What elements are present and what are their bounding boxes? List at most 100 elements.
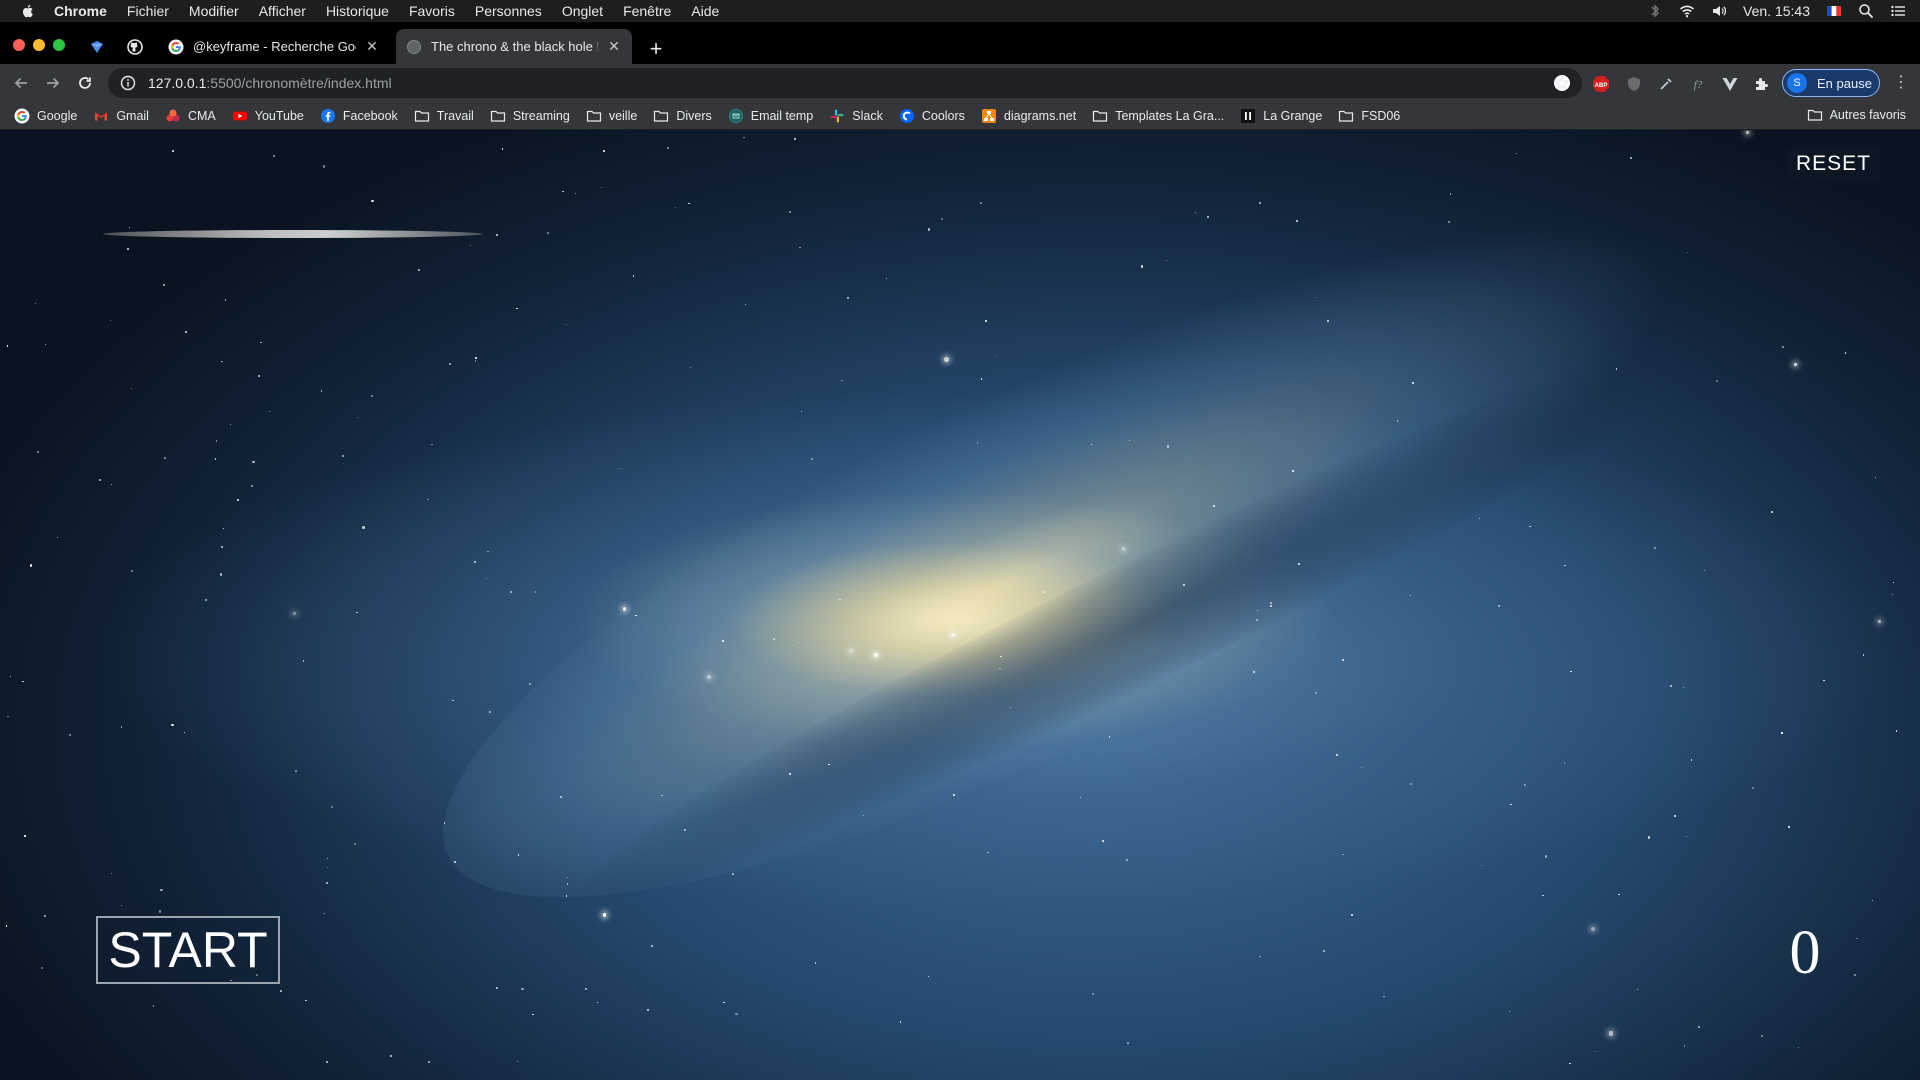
menu-modifier[interactable]: Modifier: [189, 0, 239, 22]
extensions-menu[interactable]: [1753, 75, 1771, 93]
menu-onglet[interactable]: Onglet: [562, 0, 603, 22]
star: [1893, 581, 1895, 583]
star: [1336, 754, 1339, 756]
bookmark-google[interactable]: Google: [14, 108, 77, 124]
star: [794, 137, 796, 140]
star: [356, 611, 358, 614]
start-button[interactable]: START: [96, 916, 280, 984]
star: [34, 302, 36, 304]
menu-app-name[interactable]: Chrome: [54, 0, 107, 22]
star: [1752, 786, 1755, 789]
menu-afficher[interactable]: Afficher: [259, 0, 306, 22]
bookmark-coolors[interactable]: Coolors: [899, 108, 965, 124]
star: [1322, 949, 1326, 952]
bookmark-other-favorites[interactable]: Autres favoris: [1807, 107, 1906, 123]
galaxy-image: [369, 130, 1741, 1018]
adblock-icon: ABP: [1593, 76, 1609, 92]
bookmark-folder-fsd06[interactable]: FSD06: [1338, 108, 1400, 124]
bluetooth-icon[interactable]: [1647, 3, 1663, 19]
star: [1478, 518, 1480, 520]
star: [128, 226, 131, 229]
site-info-icon[interactable]: [120, 75, 136, 91]
bookmark-folder-veille[interactable]: veille: [586, 108, 637, 124]
tab-chrono-black-hole[interactable]: The chrono & the black hole ! ✕: [396, 29, 632, 64]
reset-button[interactable]: RESET: [1787, 148, 1880, 180]
star: [427, 1060, 430, 1063]
menu-favoris[interactable]: Favoris: [409, 0, 455, 22]
menu-fichier[interactable]: Fichier: [127, 0, 169, 22]
coolors-icon: [899, 108, 914, 123]
extension-shield[interactable]: [1625, 75, 1643, 93]
tab-title: The chrono & the black hole !: [431, 39, 598, 54]
reload-button[interactable]: [75, 73, 95, 93]
volume-icon[interactable]: [1711, 3, 1727, 19]
minimize-window-button[interactable]: [33, 39, 45, 51]
star: [57, 537, 59, 539]
star: [29, 564, 33, 567]
star: [496, 987, 498, 989]
fullscreen-window-button[interactable]: [53, 39, 65, 51]
tab-keyframe-search[interactable]: @keyframe - Recherche Googl ✕: [158, 29, 390, 64]
star: [532, 1014, 534, 1016]
star: [596, 1001, 598, 1004]
star: [1079, 797, 1081, 799]
wifi-icon[interactable]: [1679, 3, 1695, 19]
bookmark-youtube[interactable]: YouTube: [232, 108, 304, 124]
bookmark-folder-travail[interactable]: Travail: [414, 108, 474, 124]
star: [474, 357, 477, 360]
spotlight-search-icon[interactable]: [1858, 3, 1874, 19]
bookmark-gmail[interactable]: Gmail: [93, 108, 149, 124]
bookmark-folder-templates[interactable]: Templates La Gra...: [1092, 108, 1224, 124]
bookmark-star-icon[interactable]: [1554, 75, 1570, 91]
macos-menubar: Chrome Fichier Modifier Afficher Histori…: [0, 0, 1920, 22]
star: [1618, 893, 1620, 895]
tab-close-icon[interactable]: ✕: [606, 38, 622, 55]
star: [602, 913, 607, 917]
star: [327, 857, 329, 859]
bookmark-facebook[interactable]: Facebook: [320, 108, 398, 124]
menu-personnes[interactable]: Personnes: [475, 0, 542, 22]
star: [623, 607, 627, 611]
star: [651, 944, 653, 947]
star: [886, 277, 888, 280]
bookmark-cma[interactable]: CMA: [165, 108, 216, 124]
french-flag-icon[interactable]: [1826, 3, 1842, 19]
menu-historique[interactable]: Historique: [326, 0, 389, 22]
star: [431, 443, 433, 446]
star: [799, 246, 801, 249]
star: [1845, 352, 1847, 354]
extension-vue-devtools[interactable]: [1721, 75, 1739, 93]
back-button[interactable]: [11, 73, 31, 93]
bookmark-email-temp[interactable]: Email temp: [728, 108, 813, 124]
profile-button[interactable]: S En pause: [1782, 69, 1880, 97]
menubar-clock[interactable]: Ven. 15:43: [1743, 3, 1810, 19]
star: [521, 987, 524, 990]
bookmark-slack[interactable]: Slack: [829, 108, 883, 124]
bookmark-la-grange[interactable]: La Grange: [1240, 108, 1322, 124]
bookmark-diagrams[interactable]: diagrams.net: [981, 108, 1076, 124]
pinned-tab-extension[interactable]: [86, 36, 108, 58]
diagrams-icon: [981, 108, 996, 123]
google-icon: [14, 108, 30, 123]
chrome-menu-icon[interactable]: ⋮: [1893, 74, 1909, 92]
star: [1853, 974, 1857, 977]
forward-button[interactable]: [43, 73, 63, 93]
new-tab-button[interactable]: +: [644, 38, 668, 62]
bookmark-label: Divers: [676, 108, 712, 123]
tab-close-icon[interactable]: ✕: [364, 38, 380, 55]
star: [1690, 759, 1693, 761]
bookmark-folder-streaming[interactable]: Streaming: [490, 108, 570, 124]
extension-eyedropper[interactable]: [1657, 75, 1675, 93]
star: [487, 550, 490, 553]
address-bar[interactable]: 127.0.0.1:5500/chronomètre/index.html: [108, 68, 1582, 98]
adblock-plus-extension[interactable]: ABP: [1592, 75, 1610, 93]
menu-fenetre[interactable]: Fenêtre: [623, 0, 671, 22]
star: [1674, 815, 1676, 817]
close-window-button[interactable]: [13, 39, 25, 51]
bookmark-folder-divers[interactable]: Divers: [653, 108, 712, 124]
apple-logo-icon[interactable]: [20, 3, 36, 19]
extension-formula[interactable]: f?: [1689, 75, 1707, 93]
pinned-tab-github[interactable]: [124, 36, 146, 58]
notification-center-icon[interactable]: [1890, 3, 1906, 19]
menu-aide[interactable]: Aide: [691, 0, 719, 22]
